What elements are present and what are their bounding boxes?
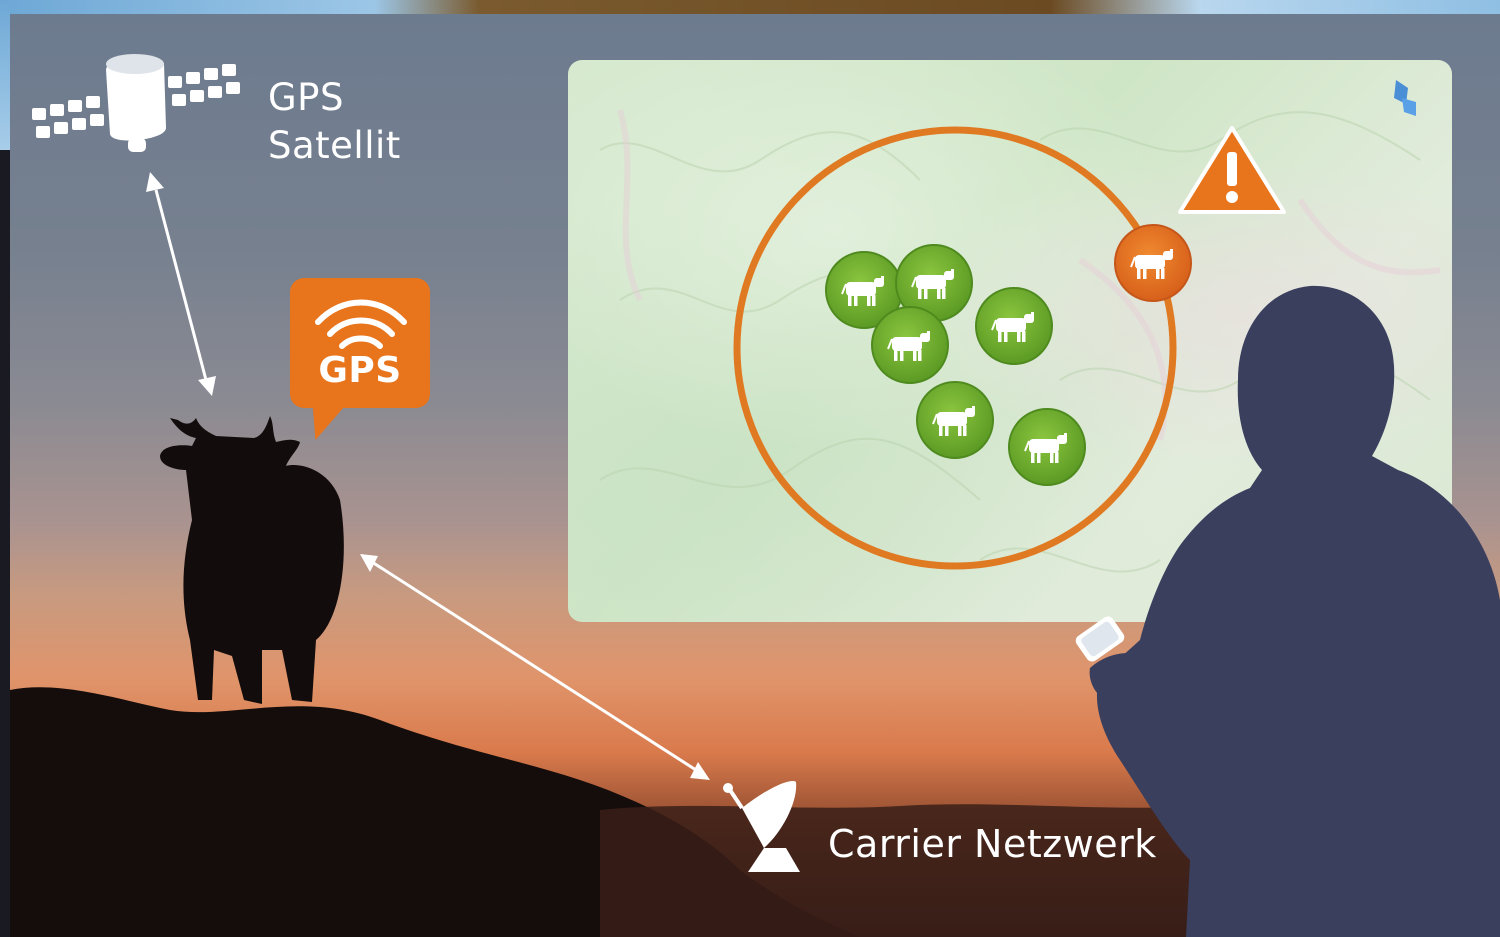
diagram-stage: GPS GPS Satellit Carrier Netzwerk — [0, 0, 1500, 937]
stray-cow-marker[interactable] — [1114, 224, 1192, 302]
satellite-icon — [32, 54, 240, 152]
carrier-network-label: Carrier Netzwerk — [828, 822, 1157, 866]
map-compass-icon — [1394, 80, 1416, 116]
cow-marker[interactable] — [916, 381, 994, 459]
cow-marker[interactable] — [871, 306, 949, 384]
cow-silhouette — [160, 416, 344, 704]
satellite-label-line2: Satellit — [268, 124, 401, 167]
geofence-circle — [733, 126, 1177, 570]
gps-bubble-label: GPS — [318, 350, 402, 391]
cow-marker[interactable] — [975, 287, 1053, 365]
diagram-graphics — [10, 54, 1500, 937]
cow-marker[interactable] — [1008, 408, 1086, 486]
satellite-label-line1: GPS — [268, 76, 344, 119]
warning-icon — [1178, 126, 1286, 214]
satellite-link-arrow — [146, 172, 216, 396]
